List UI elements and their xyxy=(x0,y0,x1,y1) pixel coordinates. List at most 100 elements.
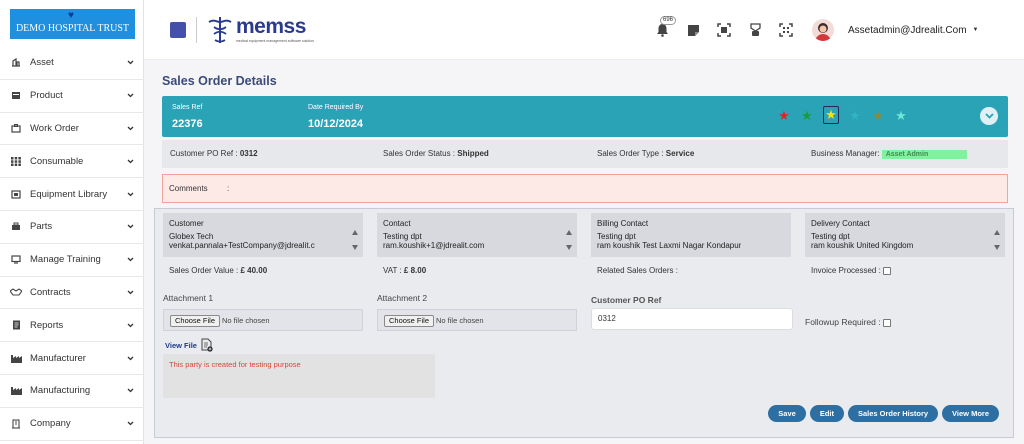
notification-count: 696 xyxy=(660,16,677,25)
user-menu[interactable]: Assetadmin@Jdrealit.Com ▼ xyxy=(812,18,978,42)
topbar: memss medical equipment management softw… xyxy=(144,0,1024,60)
attachment-1-input: Choose File No file chosen xyxy=(163,309,363,331)
edit-button[interactable]: Edit xyxy=(809,405,844,422)
library-icon xyxy=(10,189,22,199)
star-teal-icon[interactable]: ★ xyxy=(848,109,862,123)
main-content: Sales Order Details Sales Ref 22376 Date… xyxy=(144,60,1024,444)
arrow-up-icon xyxy=(994,230,1000,235)
vat-label: VAT : xyxy=(383,266,402,275)
billing-title: Billing Contact xyxy=(597,219,649,228)
status-label: Sales Order Status : xyxy=(383,149,456,158)
note-icon xyxy=(687,24,699,36)
sidebar-item-equipment-library[interactable]: Equipment Library xyxy=(0,178,144,211)
factory-icon xyxy=(10,386,22,396)
star-yellow-icon[interactable]: ★ xyxy=(823,106,839,124)
view-more-button[interactable]: View More xyxy=(942,405,999,422)
chevron-down-icon xyxy=(126,223,134,231)
sidebar-item-consumable[interactable]: Consumable xyxy=(0,145,144,179)
save-button[interactable]: Save xyxy=(768,405,806,422)
caret-down-icon: ▼ xyxy=(972,27,979,33)
customer-po-ref-input[interactable]: 0312 xyxy=(591,308,793,330)
star-green-icon[interactable]: ★ xyxy=(800,109,814,123)
scan-button[interactable] xyxy=(716,22,732,38)
sidebar-item-reports[interactable]: Reports xyxy=(0,309,144,343)
sidebar-item-label: Equipment Library xyxy=(30,188,108,200)
followup-required: Followup Required : xyxy=(805,317,891,327)
delivery-contact-box[interactable]: Delivery Contact Testing dpt ram koushik… xyxy=(805,213,1005,257)
sidebar-item-contracts[interactable]: Contracts xyxy=(0,277,144,310)
related-sales-orders: Related Sales Orders : xyxy=(597,266,678,275)
chevron-down-icon xyxy=(126,354,134,362)
brand-name: memss xyxy=(236,15,306,38)
sidebar-item-label: Contracts xyxy=(30,286,71,298)
chevron-down-icon xyxy=(126,92,134,100)
followup-required-checkbox[interactable] xyxy=(882,318,891,327)
sidebar-item-manufacturing[interactable]: Manufacturing xyxy=(0,375,144,408)
date-required-label: Date Required By xyxy=(308,104,364,111)
sales-order-history-button[interactable]: Sales Order History xyxy=(848,405,939,422)
monitor-icon xyxy=(10,255,22,265)
delivery-address: ram koushik United Kingdom xyxy=(811,241,914,250)
sidebar-item-label: Parts xyxy=(30,221,53,233)
sidebar-item-product[interactable]: Product xyxy=(0,80,144,113)
top-icons: 696 xyxy=(654,16,809,40)
vat-value: £ 8.00 xyxy=(403,266,427,275)
customer-box[interactable]: Customer Globex Tech venkat.pannala+Test… xyxy=(163,213,363,257)
sidebar-item-label: Asset xyxy=(30,57,54,69)
customer-scroll[interactable] xyxy=(351,230,359,250)
notification-bell-button[interactable]: 696 xyxy=(654,16,677,38)
billing-contact-box[interactable]: Billing Contact Testing dpt ram koushik … xyxy=(591,213,791,257)
sidebar-item-label: Reports xyxy=(30,319,64,331)
delivery-scroll[interactable] xyxy=(993,230,1001,250)
sidebar-item-company[interactable]: Company xyxy=(0,408,144,441)
qr-scan-button[interactable] xyxy=(778,22,794,38)
org-logo[interactable]: ♥ DEMO HOSPITAL TRUST xyxy=(10,9,135,39)
sidebar-item-work-order[interactable]: Work Order xyxy=(0,113,144,146)
brand-tagline: medical equipment management software so… xyxy=(236,39,315,43)
arrow-up-icon xyxy=(352,230,358,235)
choose-file-button[interactable]: Choose File xyxy=(384,315,435,327)
contact-email: ram.koushik+1@jdrealit.com xyxy=(383,241,485,250)
file-status: No file chosen xyxy=(436,316,484,325)
vat: VAT : £ 8.00 xyxy=(383,266,426,275)
contact-name: Testing dpt xyxy=(383,232,422,241)
contact-scroll[interactable] xyxy=(565,230,573,250)
product-icon xyxy=(10,91,22,101)
star-olive-icon[interactable]: ★ xyxy=(871,109,885,123)
choose-file-button[interactable]: Choose File xyxy=(170,315,221,327)
notes-button[interactable] xyxy=(685,22,701,38)
sidebar-item-manufacturer[interactable]: Manufacturer xyxy=(0,342,144,375)
invoice-processed-checkbox[interactable] xyxy=(882,266,891,275)
divider xyxy=(196,17,197,43)
attachment-1-label: Attachment 1 xyxy=(163,293,214,303)
heart-icon: ♥ xyxy=(68,10,74,21)
sidebar-item-asset[interactable]: Asset xyxy=(0,47,144,80)
customer-email: venkat.pannala+TestCompany@jdrealit.c xyxy=(169,241,315,250)
arrow-down-icon xyxy=(994,245,1000,250)
factory-icon xyxy=(10,353,22,363)
customer-po-label: Customer PO Ref : xyxy=(170,149,238,158)
date-required-value: 10/12/2024 xyxy=(308,118,364,130)
company-icon xyxy=(10,419,22,429)
badge-icon xyxy=(749,23,761,36)
customer-name: Globex Tech xyxy=(169,232,214,241)
chevron-down-icon xyxy=(126,157,134,165)
sales-ref-value: 22376 xyxy=(172,118,203,130)
sidebar-item-manage-training[interactable]: Manage Training xyxy=(0,244,144,277)
brand-logo[interactable]: memss medical equipment management softw… xyxy=(206,15,316,45)
order-info-row: Customer PO Ref : 0312 Sales Order Statu… xyxy=(162,140,1008,168)
star-aqua-icon[interactable]: ★ xyxy=(894,109,908,123)
id-badge-button[interactable] xyxy=(747,22,763,38)
arrow-down-icon xyxy=(566,245,572,250)
chevron-down-icon xyxy=(126,288,134,296)
file-status: No file chosen xyxy=(222,316,270,325)
collapse-button[interactable] xyxy=(980,107,998,125)
bell-icon xyxy=(656,24,668,37)
sales-order-value: Sales Order Value : £ 40.00 xyxy=(169,266,267,275)
sidebar-item-parts[interactable]: Parts xyxy=(0,211,144,244)
chevron-down-icon xyxy=(126,321,134,329)
star-red-icon[interactable]: ★ xyxy=(777,109,791,123)
menu-toggle-button[interactable] xyxy=(170,22,186,38)
contact-box[interactable]: Contact Testing dpt ram.koushik+1@jdreal… xyxy=(377,213,577,257)
view-file-link[interactable]: View File xyxy=(165,338,213,352)
